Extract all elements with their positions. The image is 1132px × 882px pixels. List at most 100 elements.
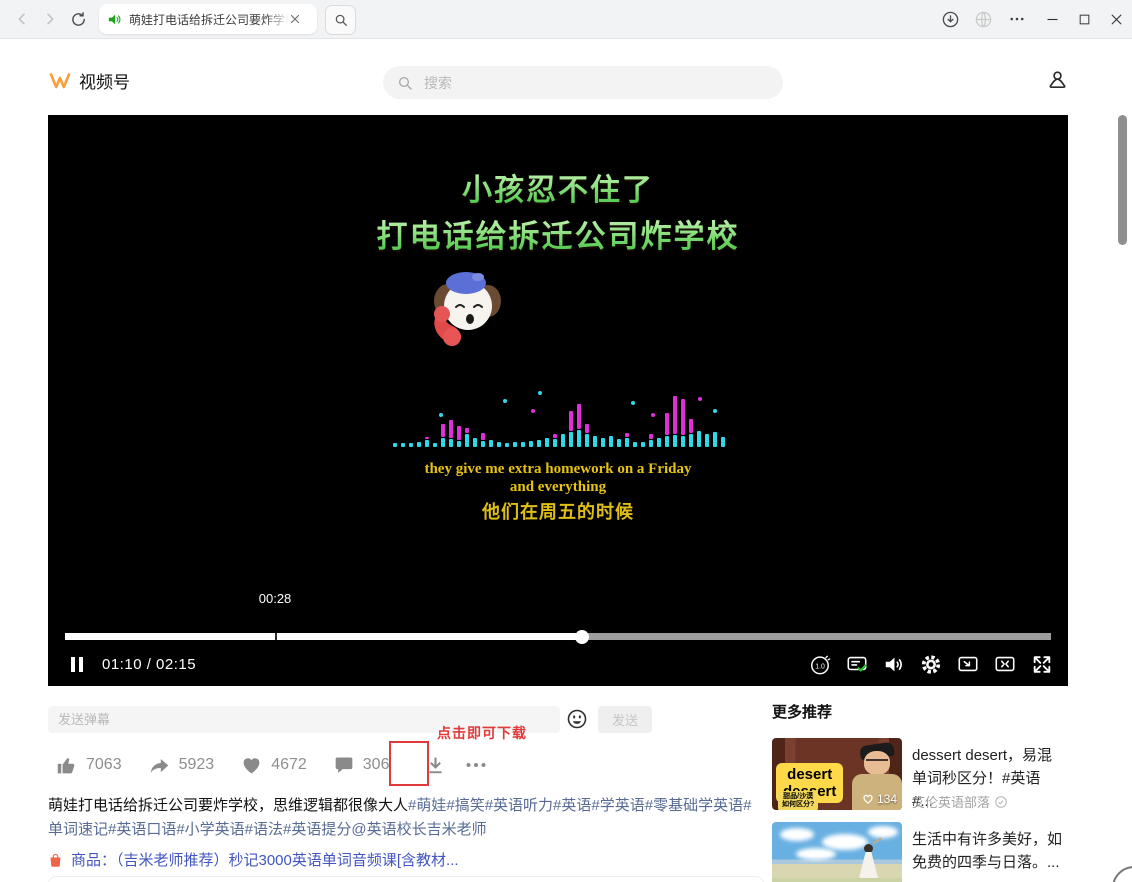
player-controls: 01:10 / 02:15 1.0 [48, 649, 1068, 679]
favorite-count: 4672 [271, 756, 307, 774]
pip-icon [957, 652, 979, 676]
speed-icon: 1.0 [809, 653, 831, 676]
volume-button[interactable] [883, 653, 905, 675]
progress-hover-marker [275, 633, 277, 640]
thumb-tag: 甜品/沙漠 如何区分? [778, 791, 818, 810]
profile-button[interactable] [1046, 68, 1069, 97]
forward-button[interactable] [36, 5, 64, 33]
browser-tab[interactable]: 萌娃打电话给拆迁公司要炸学校 [99, 4, 317, 34]
scrollbar-thumb[interactable] [1118, 115, 1127, 245]
svg-text:1.0: 1.0 [815, 663, 825, 670]
playback-speed-button[interactable]: 1.0 [809, 653, 831, 675]
product-link-text: 商品：（吉米老师推荐）秒记3000英语单词音频课[含教材... [71, 849, 459, 870]
forward-icon [42, 11, 58, 27]
shopping-bag-icon [48, 852, 63, 868]
audio-spectrum [393, 385, 733, 447]
share-count: 5923 [179, 756, 215, 774]
reco-title-2[interactable]: 生活中有许多美好，如免费的四季与日落。... [912, 828, 1062, 874]
browser-menu-button[interactable] [1003, 5, 1031, 33]
gear-icon [920, 653, 942, 676]
channels-brand[interactable]: 视频号 [48, 68, 130, 93]
cloud-graphic [822, 834, 868, 850]
picture-in-picture-button[interactable] [957, 653, 979, 675]
emoji-button[interactable] [566, 708, 588, 735]
browser-globe-button[interactable] [969, 5, 997, 33]
tab-audio-icon [107, 12, 122, 27]
close-window-button[interactable] [1102, 5, 1130, 33]
recommendations-heading: 更多推荐 [772, 701, 832, 722]
download-circle-icon [941, 10, 960, 29]
product-link[interactable]: 商品：（吉米老师推荐）秒记3000英语单词音频课[含教材... [48, 849, 459, 870]
site-search-bar[interactable] [383, 66, 783, 99]
more-dots-icon [464, 753, 488, 777]
brand-text: 视频号 [79, 68, 130, 93]
download-icon [425, 755, 446, 776]
share-arrow-icon [149, 755, 170, 776]
player-right-controls: 1.0 [809, 649, 1053, 679]
person-head-graphic [864, 844, 873, 853]
fullscreen-button[interactable] [1031, 653, 1053, 675]
search-icon [397, 75, 413, 91]
subtitle-en-line1: they give me extra homework on a Friday [48, 461, 1068, 478]
user-icon [1046, 68, 1069, 92]
cloud-graphic [796, 848, 836, 860]
video-overlay-title-line2: 打电话给拆迁公司炸学校 [48, 211, 1068, 256]
back-icon [14, 11, 30, 27]
danmaku-toggle-button[interactable] [846, 653, 868, 675]
cloud-graphic [868, 826, 898, 838]
maximize-icon [1078, 13, 1091, 26]
minimize-button[interactable] [1038, 5, 1066, 33]
reco-author-1[interactable]: 艾伦英语部落 [912, 792, 1008, 811]
send-danmaku-button[interactable]: 发送 [598, 706, 652, 733]
search-icon [334, 13, 348, 27]
new-tab-search-button[interactable] [325, 5, 356, 35]
thumb-like-overlay: 134 [862, 792, 897, 806]
verified-badge-icon [994, 795, 1008, 809]
progress-playhead[interactable] [575, 630, 589, 644]
heart-outline-icon [862, 793, 874, 805]
glasses-graphic [866, 759, 888, 764]
video-player[interactable]: 小孩忍不住了 打电话给拆迁公司炸学校 they give me extra ho… [48, 115, 1068, 686]
tab-close-icon[interactable] [289, 13, 301, 25]
downloads-button[interactable] [936, 5, 964, 33]
tab-title: 萌娃打电话给拆迁公司要炸学校 [129, 11, 289, 28]
fullscreen-icon [1031, 653, 1053, 676]
theater-mode-button[interactable] [994, 653, 1016, 675]
reload-icon [70, 11, 87, 28]
video-overlay-title-line1: 小孩忍不住了 [48, 165, 1068, 209]
volume-icon [883, 653, 905, 676]
reco-thumbnail-2[interactable] [772, 822, 902, 882]
more-actions-button[interactable] [464, 753, 488, 777]
like-count: 7063 [86, 756, 122, 774]
pause-button[interactable] [66, 653, 88, 675]
channels-logo-icon [48, 70, 72, 92]
settings-button[interactable] [920, 653, 942, 675]
browser-chrome: 萌娃打电话给拆迁公司要炸学校 [0, 0, 1132, 39]
video-description: 萌娃打电话给拆迁公司要炸学校，思维逻辑都很像大人#萌娃#搞笑#英语听力#英语#学… [48, 794, 764, 842]
progress-hover-time: 00:28 [259, 591, 292, 606]
globe-icon [974, 10, 993, 29]
comment-button[interactable]: 306 [334, 755, 390, 775]
reco-thumbnail-1[interactable]: desert dessert 甜品/沙漠 如何区分? 134 [772, 738, 902, 810]
floating-widget-cutoff[interactable] [1112, 866, 1132, 882]
cloud-graphic [780, 828, 814, 841]
share-button[interactable]: 5923 [149, 755, 215, 776]
danmaku-icon [846, 652, 868, 676]
minimize-icon [1045, 12, 1060, 27]
pause-icon [70, 657, 84, 672]
search-input[interactable] [422, 74, 756, 92]
maximize-button[interactable] [1070, 5, 1098, 33]
comment-icon [334, 755, 354, 775]
back-button[interactable] [8, 5, 36, 33]
favorite-button[interactable]: 4672 [241, 755, 307, 776]
person-arm-graphic [872, 837, 881, 844]
stats-row: 7063 5923 4672 306 [56, 750, 515, 780]
reload-button[interactable] [64, 5, 92, 33]
theater-icon [994, 652, 1016, 676]
like-button[interactable]: 7063 [56, 755, 122, 776]
progress-bar[interactable] [65, 633, 1051, 640]
download-callout-text: 点击即可下载 [437, 723, 527, 743]
download-video-button[interactable] [425, 755, 446, 776]
emoji-icon [566, 708, 588, 730]
description-text: 萌娃打电话给拆迁公司要炸学校，思维逻辑都很像大人 [48, 797, 408, 814]
